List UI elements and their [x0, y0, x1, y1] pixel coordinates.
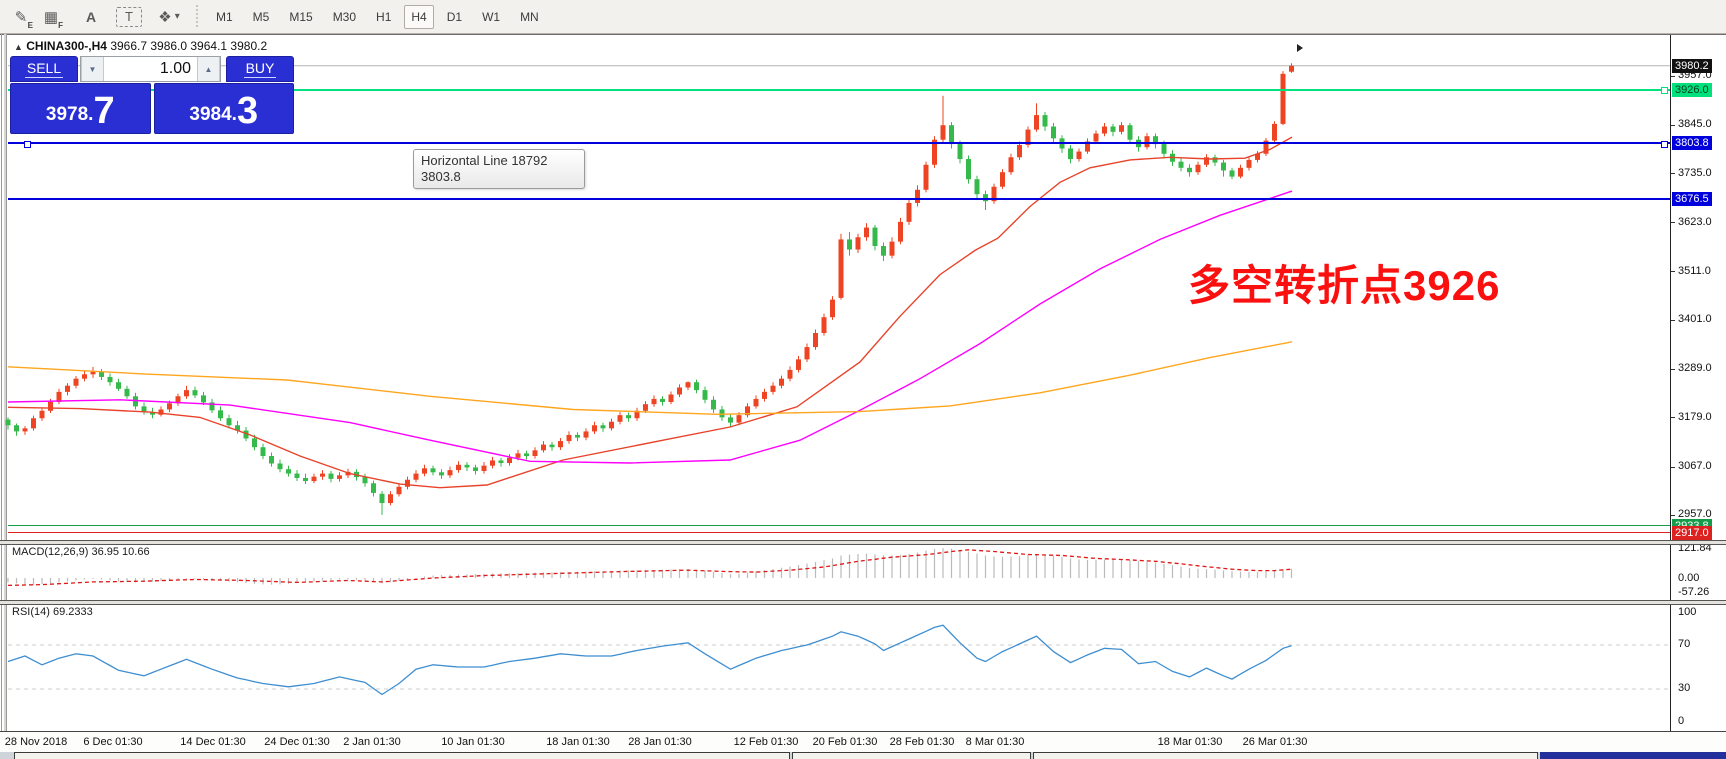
chart-annotation-text[interactable]: 多空转折点3926 [1188, 252, 1500, 313]
volume-down-button[interactable]: ▼ [81, 57, 104, 81]
hline-2917[interactable] [8, 532, 1670, 533]
sell-price-big-digit: 7 [93, 92, 114, 130]
hline-2933[interactable] [8, 525, 1670, 526]
buy-label: BUY [244, 60, 277, 78]
hline-tooltip: Horizontal Line 18792 3803.8 [413, 149, 585, 189]
trading-terminal: ✎ E ▦ F A T ❖ ▾ M1 M5 M15 M30 H1 H4 D1 W… [0, 0, 1726, 759]
sell-label: SELL [25, 60, 63, 78]
tooltip-line1: Horizontal Line 18792 [421, 153, 577, 169]
hline-3803[interactable] [8, 142, 1670, 144]
chart-title: ▲ CHINA300-,H4 3966.7 3986.0 3964.1 3980… [14, 39, 267, 53]
buy-price-big-digit: 3 [237, 92, 258, 130]
sell-price-box[interactable]: 3978. 7 [10, 83, 151, 134]
one-click-trade-panel: SELL ▼ 1.00 ▲ BUY 3978. 7 3984. 3 [10, 56, 294, 134]
volume-input[interactable]: 1.00 [104, 57, 197, 81]
collapse-icon[interactable]: ▲ [14, 42, 23, 52]
volume-stepper: ▼ 1.00 ▲ [80, 56, 221, 82]
buy-button[interactable]: BUY [226, 56, 294, 82]
sell-button[interactable]: SELL [10, 56, 78, 82]
tooltip-line2: 3803.8 [421, 169, 577, 185]
ohlc-values: 3966.7 3986.0 3964.1 3980.2 [110, 39, 267, 53]
volume-up-button[interactable]: ▲ [197, 57, 220, 81]
hline-3803-handle[interactable] [1661, 141, 1668, 148]
bar-end-marker-icon [1297, 44, 1303, 52]
buy-price-main: 3984. [189, 100, 237, 130]
buy-price-box[interactable]: 3984. 3 [154, 83, 295, 134]
hline-3803-handle[interactable] [24, 141, 31, 148]
hline-3926-handle[interactable] [1661, 87, 1668, 94]
sell-price-main: 3978. [46, 100, 94, 130]
symbol-period: CHINA300-,H4 [26, 39, 107, 53]
hline-3676[interactable] [8, 198, 1670, 200]
